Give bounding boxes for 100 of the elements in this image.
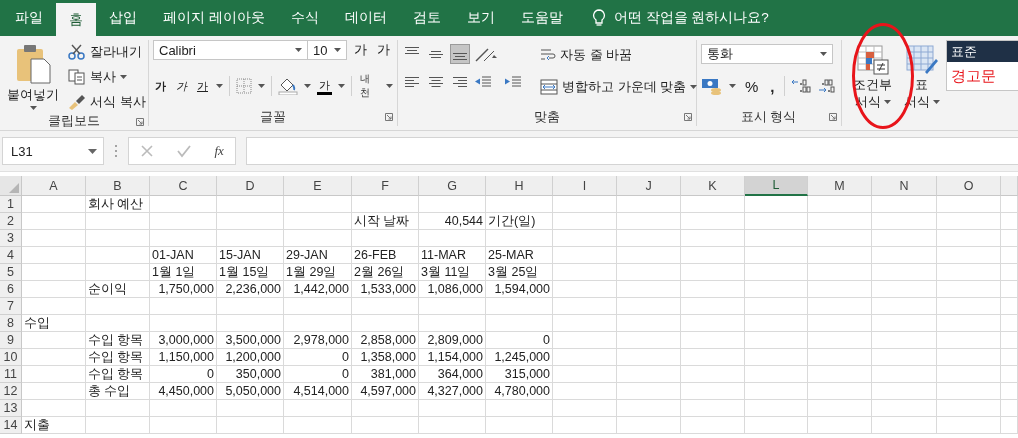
row-header[interactable]: 14 — [0, 417, 22, 434]
caret-icon[interactable] — [334, 48, 341, 52]
row-header[interactable]: 10 — [0, 349, 22, 366]
column-header[interactable]: G — [419, 176, 486, 196]
ribbon-tab[interactable]: 데이터 — [331, 0, 400, 36]
row-header[interactable]: 7 — [0, 298, 22, 315]
row-header[interactable]: 9 — [0, 332, 22, 349]
increase-font-button[interactable]: 가 — [351, 41, 370, 59]
caret-icon[interactable] — [386, 84, 393, 88]
tell-me-box[interactable]: 어떤 작업을 원하시나요? — [587, 0, 773, 36]
increase-indent-icon[interactable] — [504, 75, 522, 89]
cut-button[interactable]: 잘라내기 — [66, 41, 148, 63]
currency-icon[interactable] — [701, 77, 723, 95]
ribbon-tab[interactable]: 수식 — [277, 0, 332, 36]
cell-style-item[interactable]: 표준 — [946, 41, 1018, 62]
column-header[interactable]: F — [352, 176, 419, 196]
paste-button[interactable]: 붙여넣기 — [4, 40, 62, 112]
font-color-button[interactable]: 가 — [316, 77, 332, 95]
cell-style-item[interactable]: 경고문 — [946, 62, 1018, 90]
ribbon-tab[interactable]: 홈 — [56, 3, 96, 36]
decrease-indent-icon[interactable] — [474, 75, 492, 89]
decrease-font-button[interactable]: 가 — [374, 41, 393, 59]
phonetic-button[interactable]: 내천 — [357, 72, 380, 100]
column-header[interactable]: D — [217, 176, 284, 196]
column-header[interactable]: J — [617, 176, 681, 196]
caret-icon[interactable] — [257, 84, 265, 88]
column-header[interactable]: N — [872, 176, 937, 196]
wrap-text-button[interactable]: 자동 줄 바꿈 — [538, 44, 700, 66]
row-header[interactable]: 8 — [0, 315, 22, 332]
formula-input[interactable] — [246, 137, 1018, 165]
table-cell — [553, 264, 617, 281]
dialog-launcher-icon[interactable] — [385, 113, 393, 121]
ribbon-tab[interactable]: 보기 — [453, 0, 508, 36]
lightbulb-icon — [591, 9, 606, 27]
underline-button[interactable]: 가 — [195, 78, 210, 94]
ribbon-tab[interactable]: 파일 — [2, 0, 56, 36]
dialog-launcher-icon[interactable] — [136, 118, 144, 126]
format-painter-button[interactable]: 서식 복사 — [66, 91, 148, 113]
bottom-align-button[interactable] — [450, 44, 470, 64]
checkmark-icon[interactable] — [176, 144, 193, 158]
caret-icon[interactable] — [820, 52, 827, 56]
caret-icon[interactable] — [883, 99, 891, 104]
caret-icon[interactable] — [216, 84, 223, 88]
dialog-launcher-icon[interactable] — [684, 113, 692, 121]
decrease-decimal-icon[interactable] — [816, 78, 837, 94]
merge-center-button[interactable]: 병합하고 가운데 맞춤 — [538, 76, 700, 98]
row-header[interactable]: 3 — [0, 230, 22, 247]
row-header[interactable]: 11 — [0, 366, 22, 383]
bold-button[interactable]: 가 — [153, 78, 168, 94]
row-header[interactable]: 2 — [0, 213, 22, 230]
caret-icon[interactable] — [337, 84, 345, 88]
comma-style-button[interactable]: , — [767, 77, 778, 95]
column-header[interactable]: K — [681, 176, 745, 196]
name-box[interactable]: L31 — [2, 137, 104, 165]
insert-function-button[interactable]: fx — [214, 143, 224, 159]
ribbon-tab[interactable]: 검토 — [399, 0, 454, 36]
number-format-field[interactable]: 통화 — [701, 44, 833, 64]
caret-icon[interactable] — [29, 106, 37, 110]
dialog-launcher-icon[interactable] — [828, 113, 837, 121]
ribbon-tab[interactable]: 도움말 — [507, 0, 576, 36]
table-cell — [808, 417, 872, 434]
caret-icon[interactable] — [295, 48, 302, 52]
copy-button[interactable]: 복사 — [66, 66, 148, 88]
table-cell: 시작 날짜 — [352, 213, 419, 230]
row-header[interactable]: 5 — [0, 264, 22, 281]
row-header[interactable]: 12 — [0, 383, 22, 400]
font-size-field[interactable]: 10 — [307, 40, 347, 60]
percent-button[interactable]: % — [742, 77, 762, 95]
column-header[interactable]: M — [808, 176, 872, 196]
increase-decimal-icon[interactable] — [790, 78, 811, 94]
table-cell — [22, 281, 86, 298]
table-cell: 3월 11일 — [419, 264, 486, 281]
caret-icon[interactable] — [88, 148, 97, 154]
column-header[interactable]: B — [86, 176, 150, 196]
ribbon-tab[interactable]: 페이지 레이아웃 — [150, 0, 278, 36]
row-header[interactable]: 1 — [0, 196, 22, 213]
column-header[interactable]: E — [284, 176, 352, 196]
row-header[interactable]: 6 — [0, 281, 22, 298]
column-header[interactable]: C — [150, 176, 217, 196]
table-cell — [22, 349, 86, 366]
column-header[interactable]: H — [486, 176, 553, 196]
fill-bucket-icon[interactable] — [277, 77, 298, 95]
ribbon-tab[interactable]: 삽입 — [96, 0, 150, 36]
table-cell — [1001, 349, 1018, 366]
italic-button[interactable]: 가 — [174, 78, 189, 94]
caret-icon[interactable] — [932, 99, 940, 104]
column-header[interactable]: A — [22, 176, 86, 196]
font-name-field[interactable]: Calibri — [153, 40, 308, 60]
caret-icon[interactable] — [303, 84, 311, 88]
caret-icon[interactable] — [690, 85, 698, 89]
table-cell — [86, 230, 150, 247]
orientation-icon[interactable] — [474, 45, 500, 63]
column-header[interactable]: L — [745, 176, 808, 196]
row-header[interactable]: 4 — [0, 247, 22, 264]
row-header[interactable]: 13 — [0, 400, 22, 417]
column-header[interactable]: I — [553, 176, 617, 196]
center-align-icon — [429, 77, 443, 87]
column-header[interactable]: O — [937, 176, 1001, 196]
caret-icon[interactable] — [120, 75, 127, 79]
caret-icon[interactable] — [729, 84, 736, 88]
